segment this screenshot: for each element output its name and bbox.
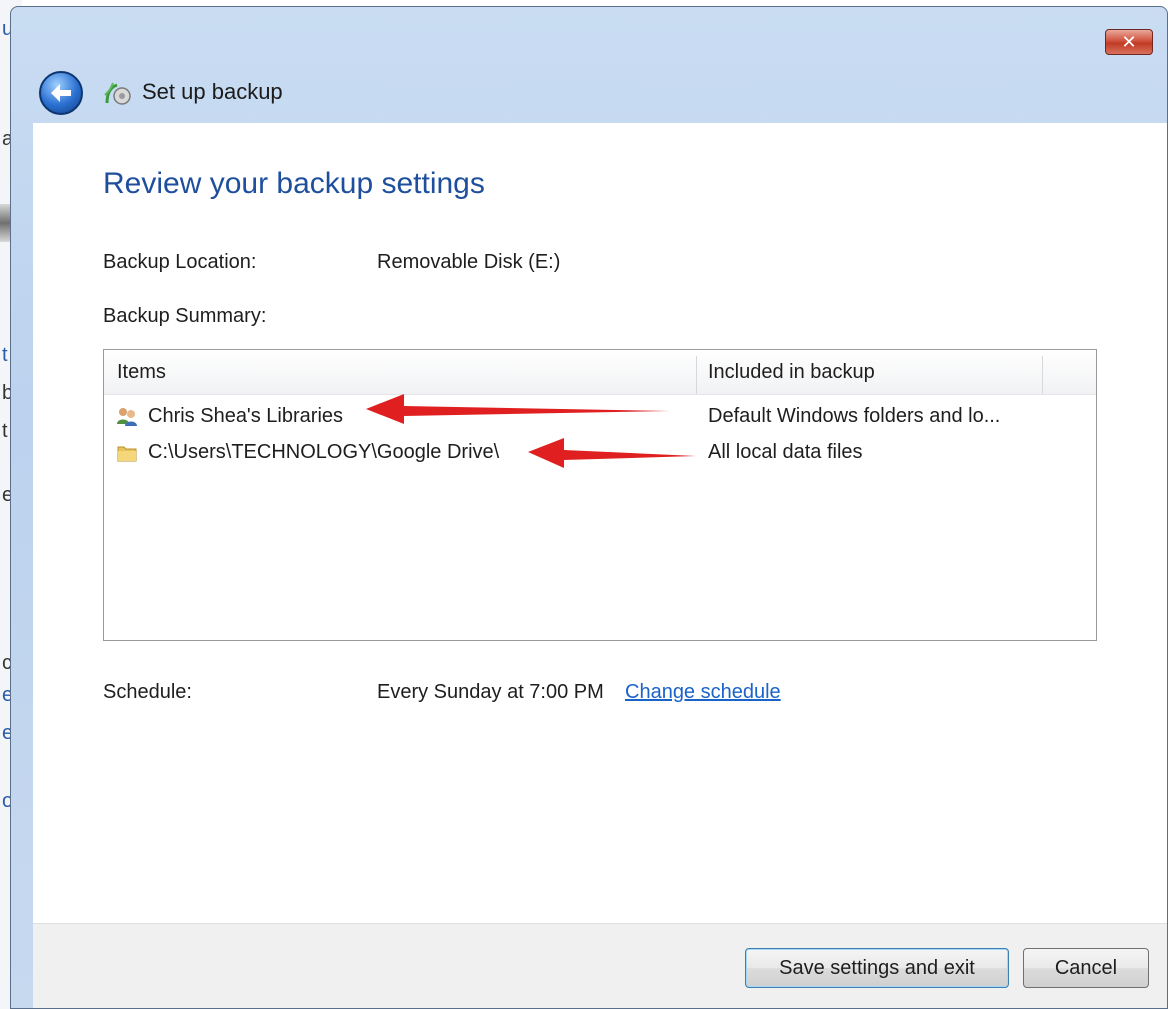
back-arrow-icon xyxy=(51,84,71,102)
schedule-label: Schedule: xyxy=(103,681,192,703)
red-annotation-arrow xyxy=(366,394,670,424)
row-included-value: All local data files xyxy=(708,441,863,463)
backup-summary-label: Backup Summary: xyxy=(103,305,267,327)
schedule-value: Every Sunday at 7:00 PM xyxy=(377,681,604,703)
backup-location-label: Backup Location: xyxy=(103,251,257,273)
folder-icon xyxy=(117,446,137,462)
dialog-content: Review your backup settings Backup Locat… xyxy=(33,123,1167,1008)
background-text-fragment: t xyxy=(2,420,8,442)
page-heading: Review your backup settings xyxy=(103,167,485,200)
row-item-name: C:\Users\TECHNOLOGY\Google Drive\ xyxy=(148,441,500,463)
change-schedule-link[interactable]: Change schedule xyxy=(625,681,781,704)
row-included-value: Default Windows folders and lo... xyxy=(708,405,1001,427)
table-header: Items Included in backup xyxy=(104,350,1096,395)
window-title: Set up backup xyxy=(142,79,283,104)
column-divider[interactable] xyxy=(696,356,697,394)
backup-summary-table: Items Included in backup Chris Shea's Li… xyxy=(103,349,1097,641)
backup-icon xyxy=(104,82,131,105)
close-button[interactable]: ✕ xyxy=(1105,29,1153,55)
column-header-items[interactable]: Items xyxy=(117,350,166,394)
column-divider[interactable] xyxy=(1042,356,1043,394)
close-icon: ✕ xyxy=(1121,32,1137,52)
dialog-footer: Save settings and exit Cancel xyxy=(33,923,1167,1008)
back-button[interactable] xyxy=(39,71,83,115)
column-header-included[interactable]: Included in backup xyxy=(708,350,875,394)
users-library-icon xyxy=(117,408,137,426)
backup-dialog: ✕ Set up backup Review your backup setti… xyxy=(10,6,1168,1009)
red-annotation-arrow xyxy=(528,438,696,468)
save-settings-button[interactable]: Save settings and exit xyxy=(745,948,1009,988)
backup-location-value: Removable Disk (E:) xyxy=(377,251,561,273)
row-item-name: Chris Shea's Libraries xyxy=(148,405,344,427)
background-text-fragment: t xyxy=(2,344,8,366)
cancel-button[interactable]: Cancel xyxy=(1023,948,1149,988)
